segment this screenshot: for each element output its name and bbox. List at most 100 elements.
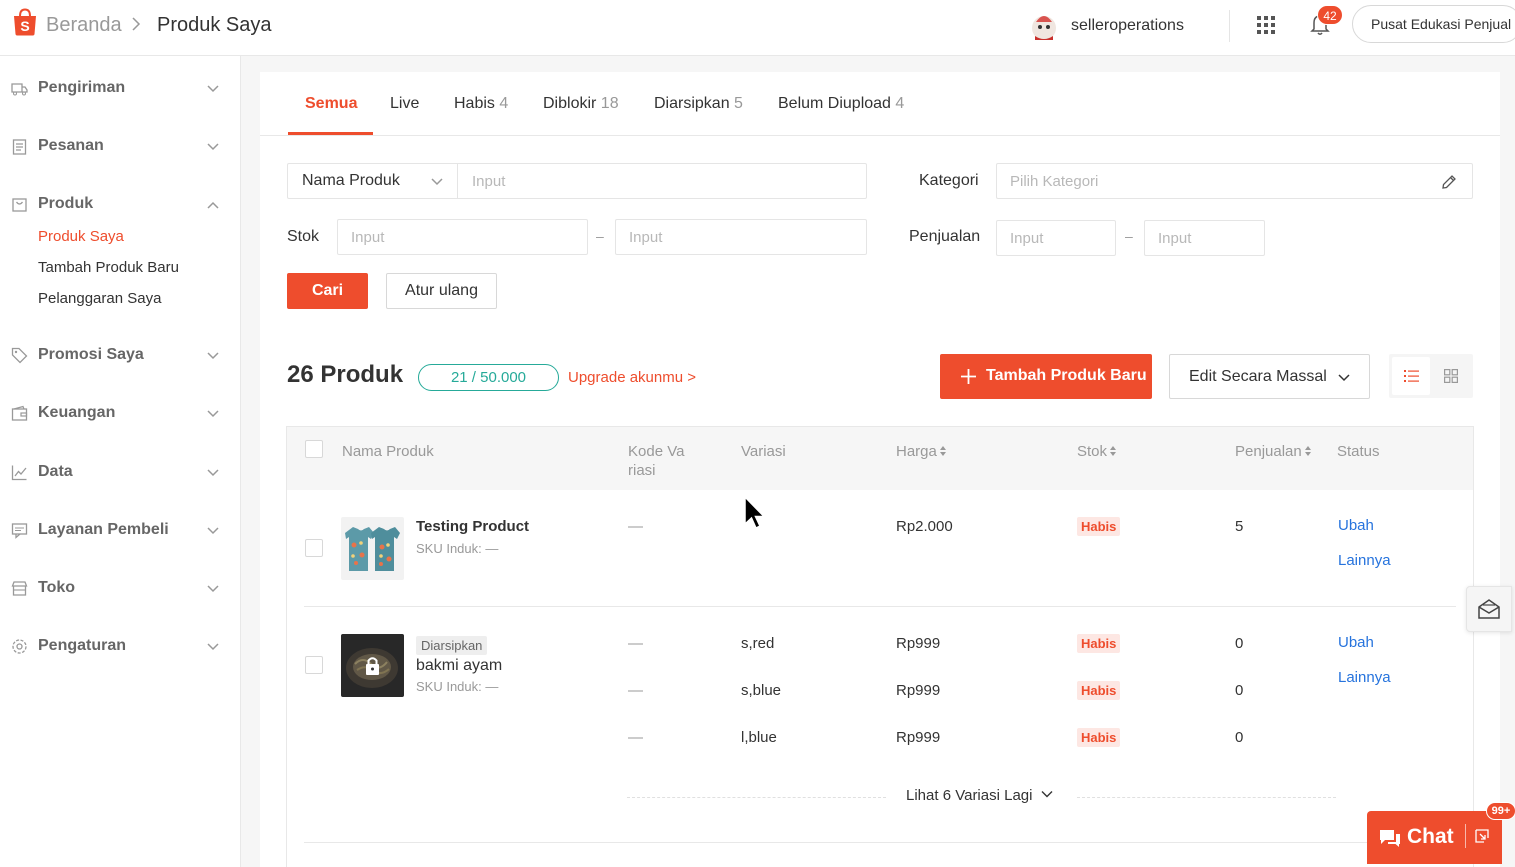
sidebar-item-pengaturan[interactable]: Pengaturan	[0, 626, 241, 666]
variant-name: s,blue	[741, 682, 782, 699]
sidebar-item-toko[interactable]: Toko	[0, 568, 241, 608]
row-checkbox[interactable]	[305, 656, 323, 674]
edit-link[interactable]: Ubah	[1338, 517, 1374, 534]
grid-icon	[1444, 369, 1458, 383]
row-checkbox[interactable]	[305, 539, 323, 557]
notification-badge: 42	[1317, 5, 1343, 25]
chat-button[interactable]: Chat	[1367, 811, 1502, 864]
chat-bubble-icon	[1380, 830, 1400, 847]
floating-message-button[interactable]	[1466, 586, 1512, 632]
variant-sales: 0	[1235, 682, 1244, 699]
tab-count: 18	[600, 95, 619, 112]
top-bar: S Beranda Produk Saya selleroperations 4…	[0, 0, 1515, 56]
sidebar-item-pesanan[interactable]: Pesanan	[0, 126, 241, 166]
chevron-down-icon	[207, 469, 219, 477]
tab-habis[interactable]: Habis 4	[454, 95, 508, 113]
variant-code: —	[628, 729, 643, 746]
sales-min-field[interactable]	[996, 220, 1116, 256]
sidebar-item-data[interactable]: Data	[0, 452, 241, 492]
tab-label: Diarsipkan	[654, 95, 730, 112]
stock-min-input[interactable]	[338, 220, 587, 254]
svg-text:S: S	[20, 18, 29, 34]
more-link[interactable]: Lainnya	[1338, 669, 1391, 686]
sidebar: Pengiriman Pesanan Produk Produk Saya Ta…	[0, 56, 241, 867]
breadcrumb-home[interactable]: Beranda	[46, 14, 122, 37]
product-sku: SKU Induk: —	[416, 541, 499, 556]
sidebar-item-layanan[interactable]: Layanan Pembeli	[0, 510, 241, 550]
view-toggle	[1389, 354, 1473, 398]
category-field[interactable]	[996, 163, 1473, 199]
sidebar-item-label: Data	[38, 463, 73, 480]
category-label: Kategori	[919, 172, 979, 189]
stock-max-field[interactable]	[615, 219, 867, 255]
upgrade-link[interactable]: Upgrade akunmu >	[568, 369, 696, 386]
sidebar-item-produk[interactable]: Produk	[0, 184, 241, 224]
archived-tag: Diarsipkan	[416, 636, 488, 655]
sidebar-item-keuangan[interactable]: Keuangan	[0, 393, 241, 433]
variant-price: Rp999	[896, 682, 941, 699]
add-product-label: Tambah Produk Baru	[986, 367, 1147, 384]
bulk-edit-dropdown[interactable]: Edit Secara Massal	[1169, 354, 1370, 399]
sidebar-item-label: Produk	[38, 195, 94, 212]
reset-button[interactable]: Atur ulang	[386, 273, 497, 309]
more-link[interactable]: Lainnya	[1338, 552, 1391, 569]
chevron-down-icon	[207, 585, 219, 593]
tab-label: Semua	[305, 95, 358, 112]
tab-diarsipkan[interactable]: Diarsipkan 5	[654, 95, 743, 113]
divider	[1229, 10, 1230, 42]
list-view-button[interactable]	[1392, 357, 1430, 395]
select-all-checkbox[interactable]	[305, 440, 323, 458]
sales-max-input[interactable]	[1145, 221, 1264, 255]
sales-min-input[interactable]	[997, 221, 1115, 255]
product-thumbnail[interactable]	[341, 634, 404, 697]
more-variants-link[interactable]: Lihat 6 Variasi Lagi	[906, 787, 1053, 804]
sidebar-sub-pelanggaran[interactable]: Pelanggaran Saya	[38, 290, 161, 307]
shopee-logo-icon[interactable]: S	[10, 8, 40, 36]
sidebar-sub-produk-saya[interactable]: Produk Saya	[38, 228, 124, 245]
search-button[interactable]: Cari	[287, 273, 368, 309]
chat-unread-badge: 99+	[1486, 802, 1515, 820]
header-sales[interactable]: Penjualan	[1235, 442, 1312, 461]
sales-label: Penjualan	[909, 228, 981, 245]
tab-diblokir[interactable]: Diblokir 18	[543, 95, 619, 113]
header-sales-label: Penjualan	[1235, 443, 1302, 460]
truck-icon	[11, 83, 28, 96]
sidebar-sub-tambah-produk[interactable]: Tambah Produk Baru	[38, 259, 179, 276]
search-type-select[interactable]: Nama Produk	[288, 164, 458, 198]
stock-min-field[interactable]	[337, 219, 588, 255]
chevron-down-icon	[207, 143, 219, 151]
sort-icon	[1110, 446, 1117, 456]
product-thumbnail[interactable]	[341, 517, 404, 580]
sort-icon	[1304, 446, 1311, 456]
expand-icon[interactable]	[1475, 829, 1489, 843]
grid-view-button[interactable]	[1434, 357, 1472, 395]
sidebar-item-promosi[interactable]: Promosi Saya	[0, 335, 241, 375]
sales-max-field[interactable]	[1144, 220, 1265, 256]
apps-grid-icon[interactable]	[1256, 15, 1276, 35]
row-divider	[304, 606, 1456, 607]
sidebar-item-pengiriman[interactable]: Pengiriman	[0, 68, 241, 108]
edit-link[interactable]: Ubah	[1338, 634, 1374, 651]
tab-count: 4	[499, 95, 509, 112]
chevron-down-icon	[207, 643, 219, 651]
tab-label: Belum Diupload	[778, 95, 891, 112]
pencil-icon[interactable]	[1441, 174, 1457, 190]
product-name[interactable]: bakmi ayam	[416, 657, 502, 675]
tab-semua[interactable]: Semua	[305, 95, 357, 113]
stock-max-input[interactable]	[616, 220, 866, 254]
product-name[interactable]: Testing Product	[416, 518, 529, 535]
variant-name: s,red	[741, 635, 775, 652]
chevron-down-icon	[207, 352, 219, 360]
category-input[interactable]	[997, 164, 1472, 198]
tab-live[interactable]: Live	[390, 95, 419, 113]
header-name: Nama Produk	[342, 443, 434, 460]
username[interactable]: selleroperations	[1071, 17, 1184, 35]
seller-education-button[interactable]: Pusat Edukasi Penjual	[1352, 5, 1515, 43]
header-price[interactable]: Harga	[896, 442, 947, 461]
add-product-button[interactable]: Tambah Produk Baru	[940, 354, 1152, 399]
tab-belum-diupload[interactable]: Belum Diupload 4	[778, 95, 904, 113]
avatar[interactable]	[1029, 10, 1059, 42]
header-stock[interactable]: Stok	[1077, 442, 1117, 461]
variant-code: —	[628, 518, 643, 535]
search-input[interactable]	[459, 164, 859, 198]
